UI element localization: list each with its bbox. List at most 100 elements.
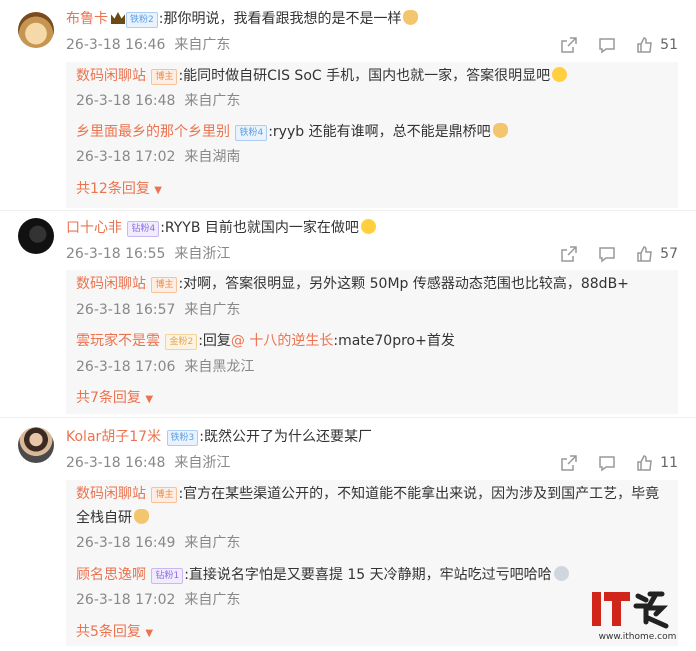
mention-link[interactable]: @ 十八的逆生长 xyxy=(231,333,333,349)
reply-location: 来自广东 xyxy=(184,302,241,318)
fan-badge[interactable]: 钻粉1 xyxy=(151,568,184,584)
comment-time: 26-3-18 16:46 xyxy=(66,37,166,53)
comment-meta: 26-3-18 16:55 来自浙江 xyxy=(66,244,230,264)
avatar[interactable] xyxy=(18,427,54,463)
thumbs-up-icon xyxy=(637,455,653,471)
more-replies-label: 共12条回复 xyxy=(76,181,150,197)
comment-icon[interactable] xyxy=(598,454,616,472)
comment-username[interactable]: Kolar胡子17米 xyxy=(66,429,161,445)
comment-text-line: Kolar胡子17米 铁粉3:既然公开了为什么还要某厂 xyxy=(66,427,372,447)
reply-line: 顾名思逸啊 钻粉1:直接说名字怕是又要喜提 15 天冷静期，牢站吃过亏吧哈哈 xyxy=(76,565,569,585)
reply-username[interactable]: 雲玩家不是雲 xyxy=(76,333,160,349)
caret-down-icon: ▼ xyxy=(154,185,162,196)
reply-location: 来自黑龙江 xyxy=(184,359,255,375)
comment-text: :RYYB 目前也就国内一家在做吧 xyxy=(160,220,359,236)
reply-time: 26-3-18 17:02 xyxy=(76,149,176,165)
fan-badge[interactable]: 铁粉4 xyxy=(235,125,268,141)
fan-badge[interactable]: 钻粉4 xyxy=(127,221,160,237)
fan-badge[interactable]: 铁粉3 xyxy=(166,430,199,446)
comment-location: 来自浙江 xyxy=(174,246,231,262)
comment-icon[interactable] xyxy=(598,36,616,54)
comment-actions: 51 xyxy=(560,36,678,54)
more-replies-label: 共5条回复 xyxy=(76,624,141,640)
comment-location: 来自浙江 xyxy=(174,455,231,471)
reply-line: 数码闲聊站 博主:能同时做自研CIS SoC 手机，国内也就一家，答案很明显吧 xyxy=(76,66,568,86)
more-replies-link[interactable]: 共5条回复 ▼ xyxy=(76,622,153,644)
caret-down-icon: ▼ xyxy=(145,628,154,639)
avatar[interactable] xyxy=(18,12,54,48)
reply-text: :回复 xyxy=(198,333,231,349)
more-replies-link[interactable]: 共7条回复 ▼ xyxy=(76,388,153,410)
cat-emoji-icon xyxy=(492,123,508,138)
reply-text-continued: 全栈自研 xyxy=(76,510,132,526)
comment-username[interactable]: 口十心非 xyxy=(66,220,122,236)
comment-time: 26-3-18 16:48 xyxy=(66,455,166,471)
comment-location: 来自广东 xyxy=(174,37,231,53)
ithome-url: www.ithome.com xyxy=(598,632,677,642)
reply-location: 来自广东 xyxy=(184,535,241,551)
thumbs-up-icon xyxy=(637,37,653,53)
blogger-badge: 博主 xyxy=(151,69,178,85)
reply-meta: 26-3-18 17:06 来自黑龙江 xyxy=(76,357,254,377)
comment-meta: 26-3-18 16:48 来自浙江 xyxy=(66,453,230,473)
share-icon[interactable] xyxy=(560,36,578,54)
reply-text: :官方在某些渠道公开的，不知道能不能拿出来说，因为涉及到国产工艺，毕竟 xyxy=(178,486,660,502)
reply-username[interactable]: 数码闲聊站 xyxy=(76,68,146,84)
like-count: 11 xyxy=(660,455,678,471)
reply-username[interactable]: 乡里面最乡的那个乡里别 xyxy=(76,124,230,140)
reply-time: 26-3-18 16:48 xyxy=(76,93,176,109)
fan-badge[interactable]: 金粉2 xyxy=(165,334,198,350)
reply-time: 26-3-18 17:02 xyxy=(76,592,176,608)
comment-text: :既然公开了为什么还要某厂 xyxy=(199,429,372,445)
reply-username[interactable]: 顾名思逸啊 xyxy=(76,567,146,583)
like-button[interactable]: 11 xyxy=(636,454,678,472)
share-icon[interactable] xyxy=(560,454,578,472)
comment-text: :那你明说，我看看跟我想的是不是一样 xyxy=(158,11,402,27)
reply-line: 数码闲聊站 博主:对啊，答案很明显，另外这颗 50Mp 传感器动态范围也比较高，… xyxy=(76,274,629,294)
reply-location: 来自广东 xyxy=(184,93,241,109)
reply-time: 26-3-18 16:57 xyxy=(76,302,176,318)
share-icon[interactable] xyxy=(560,245,578,263)
comment-actions: 57 xyxy=(560,245,678,263)
comment-text-line: 口十心非 钻粉4:RYYB 目前也就国内一家在做吧 xyxy=(66,218,376,238)
comment-time: 26-3-18 16:55 xyxy=(66,246,166,262)
reply-line: 乡里面最乡的那个乡里别 铁粉4:ryyb 还能有谁啊，总不能是鼎桥吧 xyxy=(76,122,508,142)
caret-down-icon: ▼ xyxy=(145,394,154,405)
reply-meta: 26-3-18 17:02 来自湖南 xyxy=(76,147,240,167)
reply-box: 数码闲聊站 博主:对啊，答案很明显，另外这颗 50Mp 传感器动态范围也比较高，… xyxy=(66,270,678,414)
thumbs-up-icon xyxy=(637,246,653,262)
reply-box: 数码闲聊站 博主:官方在某些渠道公开的，不知道能不能拿出来说，因为涉及到国产工艺… xyxy=(66,480,678,646)
like-button[interactable]: 51 xyxy=(636,36,678,54)
reply-location: 来自广东 xyxy=(184,592,241,608)
avatar[interactable] xyxy=(18,218,54,254)
reply-location: 来自湖南 xyxy=(184,149,241,165)
divider xyxy=(0,210,696,211)
more-replies-link[interactable]: 共12条回复 ▼ xyxy=(76,179,162,201)
reply-time: 26-3-18 16:49 xyxy=(76,535,176,551)
thinking-emoji-icon xyxy=(360,219,376,234)
reply-line: 数码闲聊站 博主:官方在某些渠道公开的，不知道能不能拿出来说，因为涉及到国产工艺… xyxy=(76,484,659,504)
reply-meta: 26-3-18 16:48 来自广东 xyxy=(76,91,240,111)
comment-icon[interactable] xyxy=(598,245,616,263)
like-count: 57 xyxy=(660,246,678,262)
like-count: 51 xyxy=(660,37,678,53)
emoji-icon xyxy=(552,67,568,82)
comment-meta: 26-3-18 16:46 来自广东 xyxy=(66,35,230,55)
reply-text: :能同时做自研CIS SoC 手机，国内也就一家，答案很明显吧 xyxy=(178,68,551,84)
like-button[interactable]: 57 xyxy=(636,245,678,263)
reply-meta: 26-3-18 16:57 来自广东 xyxy=(76,300,240,320)
reply-username[interactable]: 数码闲聊站 xyxy=(76,486,146,502)
crying-emoji-icon xyxy=(553,566,569,581)
comment-text-line: 布鲁卡 铁粉2:那你明说，我看看跟我想的是不是一样 xyxy=(66,9,419,29)
ithome-logo: www.ithome.com xyxy=(590,588,685,646)
reply-meta: 26-3-18 17:02 来自广东 xyxy=(76,590,240,610)
fan-badge[interactable]: 铁粉2 xyxy=(126,12,158,28)
reply-line-continued: 全栈自研 xyxy=(76,508,149,528)
crown-icon xyxy=(111,12,125,24)
comment-username[interactable]: 布鲁卡 xyxy=(66,11,108,27)
comment-actions: 11 xyxy=(560,454,678,472)
more-replies-label: 共7条回复 xyxy=(76,390,141,406)
reply-username[interactable]: 数码闲聊站 xyxy=(76,276,146,292)
cat-emoji-icon xyxy=(403,10,419,25)
reply-meta: 26-3-18 16:49 来自广东 xyxy=(76,533,240,553)
